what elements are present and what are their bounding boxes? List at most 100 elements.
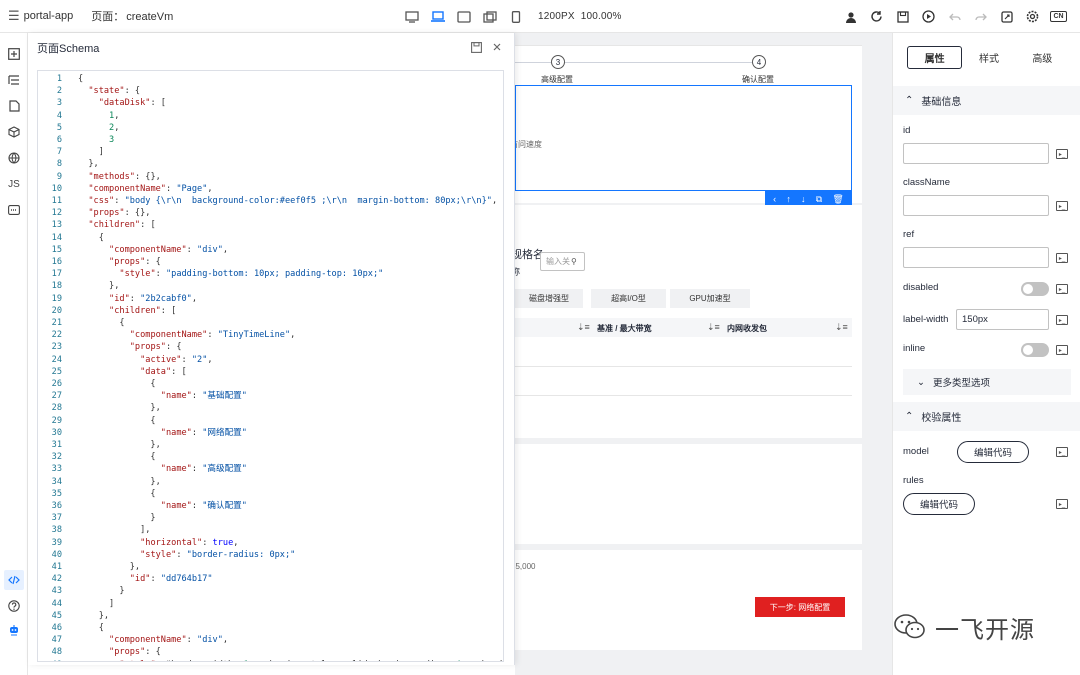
tab-style[interactable]: 样式 [962,46,1015,69]
spec-tab[interactable]: 磁盘增强型 [515,289,583,308]
app-brand[interactable]: ☰ portal-app [8,8,73,24]
preview-icon[interactable] [921,9,936,24]
spec-search-input[interactable]: 输入关 ⚲ [540,252,585,271]
inline-toggle[interactable] [1021,343,1049,357]
disabled-toggle[interactable] [1021,282,1049,296]
gear-icon[interactable] [1025,9,1040,24]
page-name[interactable]: createVm [126,11,173,23]
add-component-icon[interactable] [7,47,21,61]
code-line[interactable]: 27 "name": "基础配置" [38,390,503,402]
more-type-options[interactable]: ⌄ 更多类型选项 [903,369,1071,395]
code-line[interactable]: 2 "state": { [38,85,503,97]
laptop-icon[interactable] [430,10,446,24]
close-icon[interactable] [492,42,502,56]
sort-icon[interactable]: ⇣≡ [835,322,848,333]
select-parent-icon[interactable]: ‹ [773,194,776,204]
code-line[interactable]: 23 "props": { [38,341,503,353]
next-step-button[interactable]: 下一步: 网络配置 [755,597,845,617]
edit-model-code-button[interactable]: 编辑代码 [957,441,1029,463]
redo-icon[interactable] [973,9,988,24]
variable-bind-icon[interactable]: ▸_ [1056,315,1068,325]
code-line[interactable]: 1{ [38,73,503,85]
code-line[interactable]: 43 } [38,585,503,597]
label-width-input[interactable]: 150px [956,309,1049,330]
code-line[interactable]: 6 3 [38,134,503,146]
variable-bind-icon[interactable]: ▸_ [1056,499,1068,509]
code-line[interactable]: 44 ] [38,598,503,610]
schema-code-editor[interactable]: 1{2 "state": {3 "dataDisk": [4 1, 5 2, 6 3… [37,70,504,662]
code-line[interactable]: 35 { [38,488,503,500]
desktop-icon[interactable] [404,10,420,24]
copy-icon[interactable]: ⧉ [816,194,822,204]
robot-assistant-icon[interactable] [7,623,21,637]
code-line[interactable]: 47 "componentName": "div", [38,634,503,646]
spec-tab[interactable]: GPU加速型 [670,289,750,308]
language-icon[interactable]: CN [1050,9,1067,24]
code-line[interactable]: 20 "children": [ [38,305,503,317]
mobile-icon[interactable] [508,10,524,24]
code-line[interactable]: 38 ], [38,524,503,536]
tab-props[interactable]: 属性 [907,46,963,69]
move-down-icon[interactable]: ↓ [801,194,806,204]
selected-component-outline[interactable] [515,85,852,191]
variable-bind-icon[interactable]: ▸_ [1056,149,1068,159]
sort-icon[interactable]: ⇣≡ [577,322,590,333]
tablet-landscape-icon[interactable] [456,10,472,24]
code-line[interactable]: 25 "data": [ [38,366,503,378]
timeline-step-node[interactable]: 3 [551,55,565,69]
code-line[interactable]: 16 "props": { [38,256,503,268]
classname-input[interactable] [903,195,1049,216]
code-line[interactable]: 37 } [38,512,503,524]
datasource-icon[interactable] [7,203,21,217]
code-line[interactable]: 45 }, [38,610,503,622]
code-line[interactable]: 26 { [38,378,503,390]
code-line[interactable]: 7 ] [38,146,503,158]
timeline-step-node[interactable]: 4 [752,55,766,69]
code-line[interactable]: 19 "id": "2b2cabf0", [38,293,503,305]
tablet-icon[interactable] [482,10,498,24]
code-line[interactable]: 46 { [38,622,503,634]
variable-bind-icon[interactable]: ▸_ [1056,345,1068,355]
code-line[interactable]: 18 }, [38,280,503,292]
spec-tab[interactable]: 超高I/O型 [591,289,666,308]
code-line[interactable]: 11 "css": "body {\r\n background-color:#… [38,195,503,207]
outline-tree-icon[interactable] [7,73,21,87]
code-line[interactable]: 29 { [38,415,503,427]
code-line[interactable]: 49 "style": "border-width: 1px; border-s… [38,659,503,661]
config-card[interactable] [515,444,862,544]
code-line[interactable]: 32 { [38,451,503,463]
code-line[interactable]: 24 "active": "2", [38,354,503,366]
fullscreen-icon[interactable] [999,9,1014,24]
globe-icon[interactable] [7,151,21,165]
undo-icon[interactable] [947,9,962,24]
code-line[interactable]: 8 }, [38,158,503,170]
code-line[interactable]: 39 "horizontal": true, [38,537,503,549]
code-line[interactable]: 12 "props": {}, [38,207,503,219]
code-line[interactable]: 41 }, [38,561,503,573]
tab-advanced[interactable]: 高级 [1016,46,1069,69]
save-icon[interactable] [895,9,910,24]
code-line[interactable]: 34 }, [38,476,503,488]
delete-icon[interactable]: 🗑 [832,194,843,204]
code-line[interactable]: 28 }, [38,402,503,414]
code-line[interactable]: 5 2, [38,122,503,134]
move-up-icon[interactable]: ↑ [786,194,791,204]
code-line[interactable]: 3 "dataDisk": [ [38,97,503,109]
code-line[interactable]: 48 "props": { [38,646,503,658]
section-basic-info[interactable]: ⌃ 基础信息 [893,86,1080,115]
code-line[interactable]: 4 1, [38,110,503,122]
code-line[interactable]: 31 }, [38,439,503,451]
code-line[interactable]: 14 { [38,232,503,244]
canvas-size[interactable]: 1200PX 100.00% [538,11,622,22]
save-schema-icon[interactable] [471,42,482,56]
code-line[interactable]: 15 "componentName": "div", [38,244,503,256]
code-line[interactable]: 10 "componentName": "Page", [38,183,503,195]
blocks-cube-icon[interactable] [7,125,21,139]
refresh-icon[interactable] [869,9,884,24]
code-line[interactable]: 9 "methods": {}, [38,171,503,183]
variable-bind-icon[interactable]: ▸_ [1056,284,1068,294]
user-icon[interactable] [843,9,858,24]
id-input[interactable] [903,143,1049,164]
ref-input[interactable] [903,247,1049,268]
variable-bind-icon[interactable]: ▸_ [1056,201,1068,211]
